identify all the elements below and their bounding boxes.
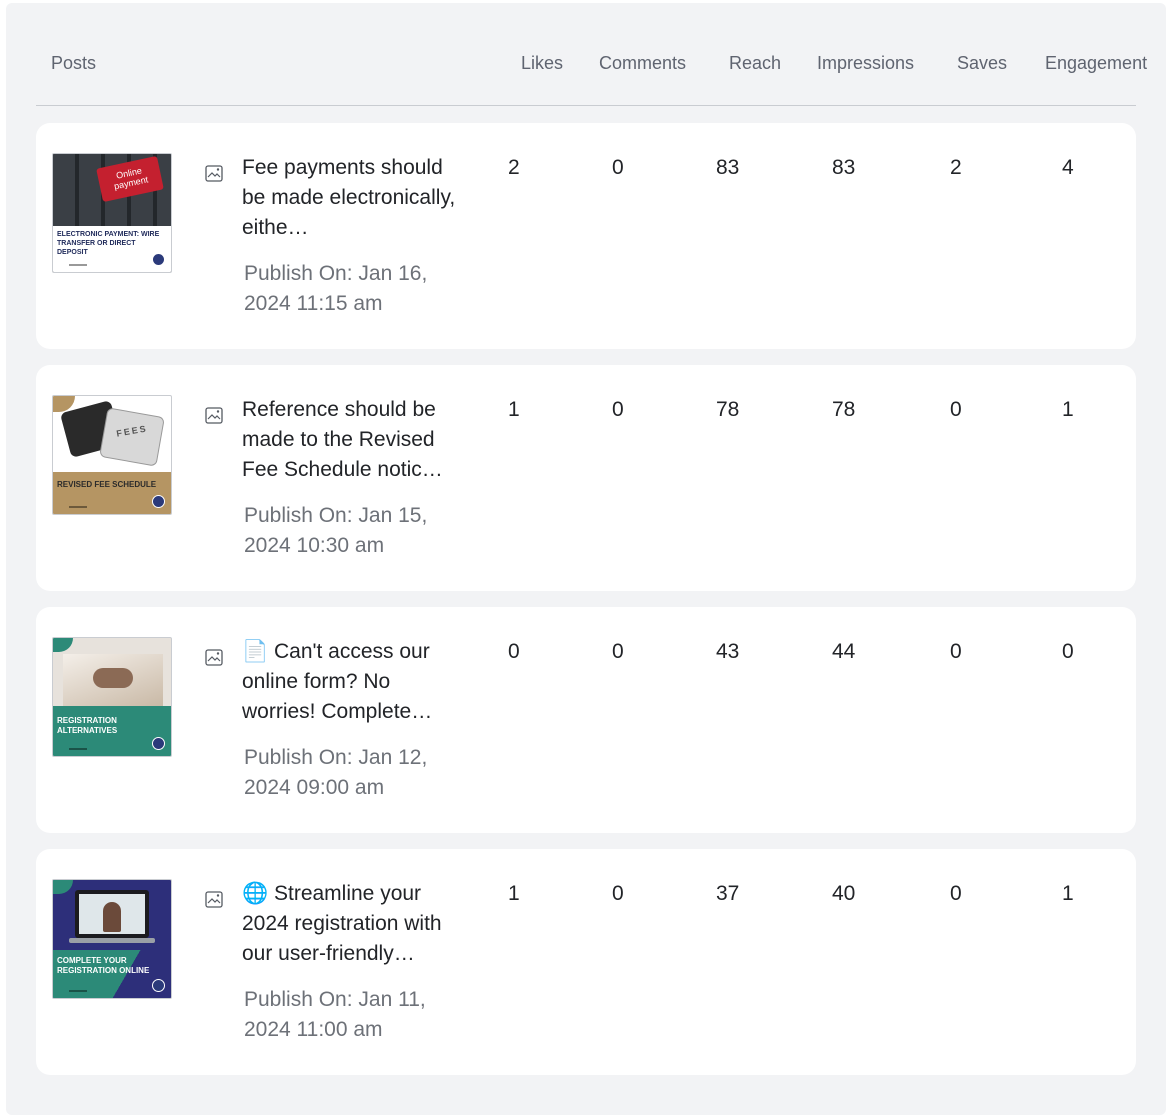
posts-table: Posts Likes Comments Reach Impressions S… bbox=[6, 3, 1166, 1115]
comments-value: 0 bbox=[612, 156, 624, 179]
post-title[interactable]: Reference should be made to the Revised … bbox=[242, 395, 467, 485]
reach-value: 37 bbox=[716, 882, 740, 905]
reach-value: 83 bbox=[716, 156, 740, 179]
thumbnail-footer bbox=[69, 990, 87, 992]
post-thumbnail[interactable]: FEES REVISED FEE SCHEDULE bbox=[52, 395, 172, 515]
table-header: Posts Likes Comments Reach Impressions S… bbox=[36, 3, 1147, 106]
post-title[interactable]: 📄 Can't access our online form? No worri… bbox=[242, 637, 467, 727]
column-header-likes[interactable]: Likes bbox=[521, 53, 563, 74]
engagement-value: 4 bbox=[1062, 156, 1074, 179]
post-title[interactable]: 🌐 Streamline your 2024 registration with… bbox=[242, 879, 467, 969]
thumbnail-caption: REGISTRATION ALTERNATIVES bbox=[57, 716, 118, 735]
column-header-impressions[interactable]: Impressions bbox=[817, 53, 914, 74]
saves-value: 2 bbox=[950, 156, 962, 179]
engagement-value: 1 bbox=[1062, 882, 1074, 905]
likes-value: 1 bbox=[508, 398, 520, 421]
seal-icon bbox=[152, 737, 165, 750]
table-row[interactable]: Online payment ELECTRONIC PAYMENT: WIRE … bbox=[36, 123, 1136, 349]
thumbnail-caption: COMPLETE YOUR REGISTRATION ONLINE bbox=[57, 956, 150, 975]
thumbnail-footer bbox=[69, 748, 87, 750]
likes-value: 1 bbox=[508, 882, 520, 905]
image-icon bbox=[205, 649, 223, 666]
seal-icon bbox=[152, 495, 165, 508]
post-thumbnail[interactable]: COMPLETE YOUR REGISTRATION ONLINE bbox=[52, 879, 172, 999]
post-publish-date: Publish On: Jan 15, 2024 10:30 am bbox=[244, 504, 428, 557]
column-header-posts[interactable]: Posts bbox=[51, 53, 96, 74]
post-thumbnail[interactable]: REGISTRATION ALTERNATIVES bbox=[52, 637, 172, 757]
column-header-saves[interactable]: Saves bbox=[957, 53, 1007, 74]
post-publish-date: Publish On: Jan 16, 2024 11:15 am bbox=[244, 262, 428, 315]
impressions-value: 40 bbox=[832, 882, 856, 905]
seal-icon bbox=[152, 979, 165, 992]
column-header-reach[interactable]: Reach bbox=[729, 53, 781, 74]
impressions-value: 78 bbox=[832, 398, 856, 421]
table-row[interactable]: COMPLETE YOUR REGISTRATION ONLINE 🌐 Stre… bbox=[36, 849, 1136, 1075]
impressions-value: 83 bbox=[832, 156, 856, 179]
image-icon bbox=[205, 891, 223, 908]
table-row[interactable]: REGISTRATION ALTERNATIVES 📄 Can't access… bbox=[36, 607, 1136, 833]
post-publish-date: Publish On: Jan 11, 2024 11:00 am bbox=[244, 988, 426, 1041]
reach-value: 43 bbox=[716, 640, 740, 663]
reach-value: 78 bbox=[716, 398, 740, 421]
thumbnail-caption: ELECTRONIC PAYMENT: WIRE TRANSFER OR DIR… bbox=[57, 231, 160, 256]
saves-value: 0 bbox=[950, 882, 962, 905]
saves-value: 0 bbox=[950, 398, 962, 421]
saves-value: 0 bbox=[950, 640, 962, 663]
thumbnail-caption: REVISED FEE SCHEDULE bbox=[57, 480, 157, 489]
comments-value: 0 bbox=[612, 398, 624, 421]
comments-value: 0 bbox=[612, 640, 624, 663]
table-row[interactable]: FEES REVISED FEE SCHEDULE Reference shou… bbox=[36, 365, 1136, 591]
engagement-value: 1 bbox=[1062, 398, 1074, 421]
thumbnail-footer bbox=[69, 506, 87, 508]
image-icon bbox=[205, 165, 223, 182]
likes-value: 2 bbox=[508, 156, 520, 179]
comments-value: 0 bbox=[612, 882, 624, 905]
column-header-engagement[interactable]: Engagement bbox=[1045, 53, 1147, 74]
likes-value: 0 bbox=[508, 640, 520, 663]
post-title[interactable]: Fee payments should be made electronical… bbox=[242, 153, 467, 243]
post-thumbnail[interactable]: Online payment ELECTRONIC PAYMENT: WIRE … bbox=[52, 153, 172, 273]
impressions-value: 44 bbox=[832, 640, 856, 663]
thumbnail-footer bbox=[69, 264, 87, 266]
image-icon bbox=[205, 407, 223, 424]
seal-icon bbox=[152, 253, 165, 266]
engagement-value: 0 bbox=[1062, 640, 1074, 663]
post-publish-date: Publish On: Jan 12, 2024 09:00 am bbox=[244, 746, 428, 799]
column-header-comments[interactable]: Comments bbox=[599, 53, 686, 74]
